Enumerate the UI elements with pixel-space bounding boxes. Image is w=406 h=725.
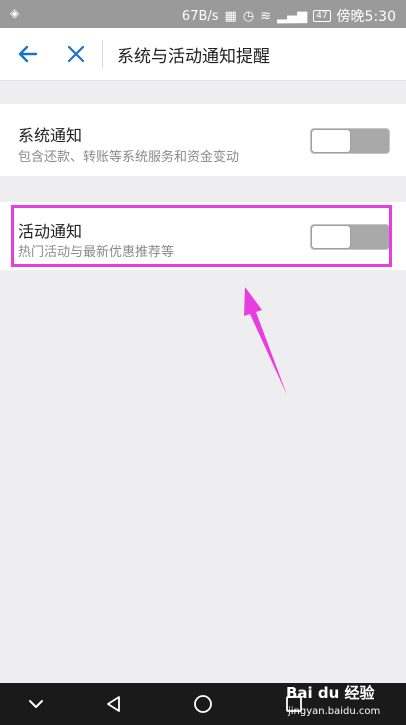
setting-row-system-notification: 系统通知 包含还款、转账等系统服务和资金变动 [0,104,406,176]
clock: 傍晚5:30 [336,9,396,25]
alarm-icon: ◷ [242,8,255,24]
close-icon[interactable] [64,42,88,66]
watermark-url: jingyan.baidu.com [288,706,381,717]
setting-title: 系统通知 [18,126,83,145]
setting-description: 包含还款、转账等系统服务和资金变动 [18,150,240,165]
network-speed: 67B/s [181,8,219,24]
page-title: 系统与活动通知提醒 [117,47,270,67]
notification-icon: ◈ [10,6,20,20]
wifi-icon: ≋ [260,8,272,24]
annotation-highlight-box [11,205,392,267]
signal-icon: ▂▄▆ [277,8,308,24]
nav-home-icon[interactable] [193,694,213,714]
battery-indicator: 47 [313,10,331,22]
header-divider [102,40,103,68]
chevron-down-icon[interactable] [26,694,46,714]
toggle-knob [312,130,350,152]
status-bar: ◈ 67B/s ▦ ◷ ≋ ▂▄▆ 47 傍晚5:30 [0,0,406,28]
app-header: 系统与活动通知提醒 [0,28,406,81]
watermark-brand: Bai du 经验 [286,684,375,702]
system-notification-toggle[interactable] [310,128,390,154]
vibrate-icon: ▦ [224,8,237,24]
watermark: Bai du 经验 jingyan.baidu.com [286,682,380,717]
nav-back-icon[interactable] [104,694,124,714]
status-right: 67B/s ▦ ◷ ≋ ▂▄▆ 47 傍晚5:30 [182,6,396,26]
back-arrow-icon[interactable] [16,42,40,66]
